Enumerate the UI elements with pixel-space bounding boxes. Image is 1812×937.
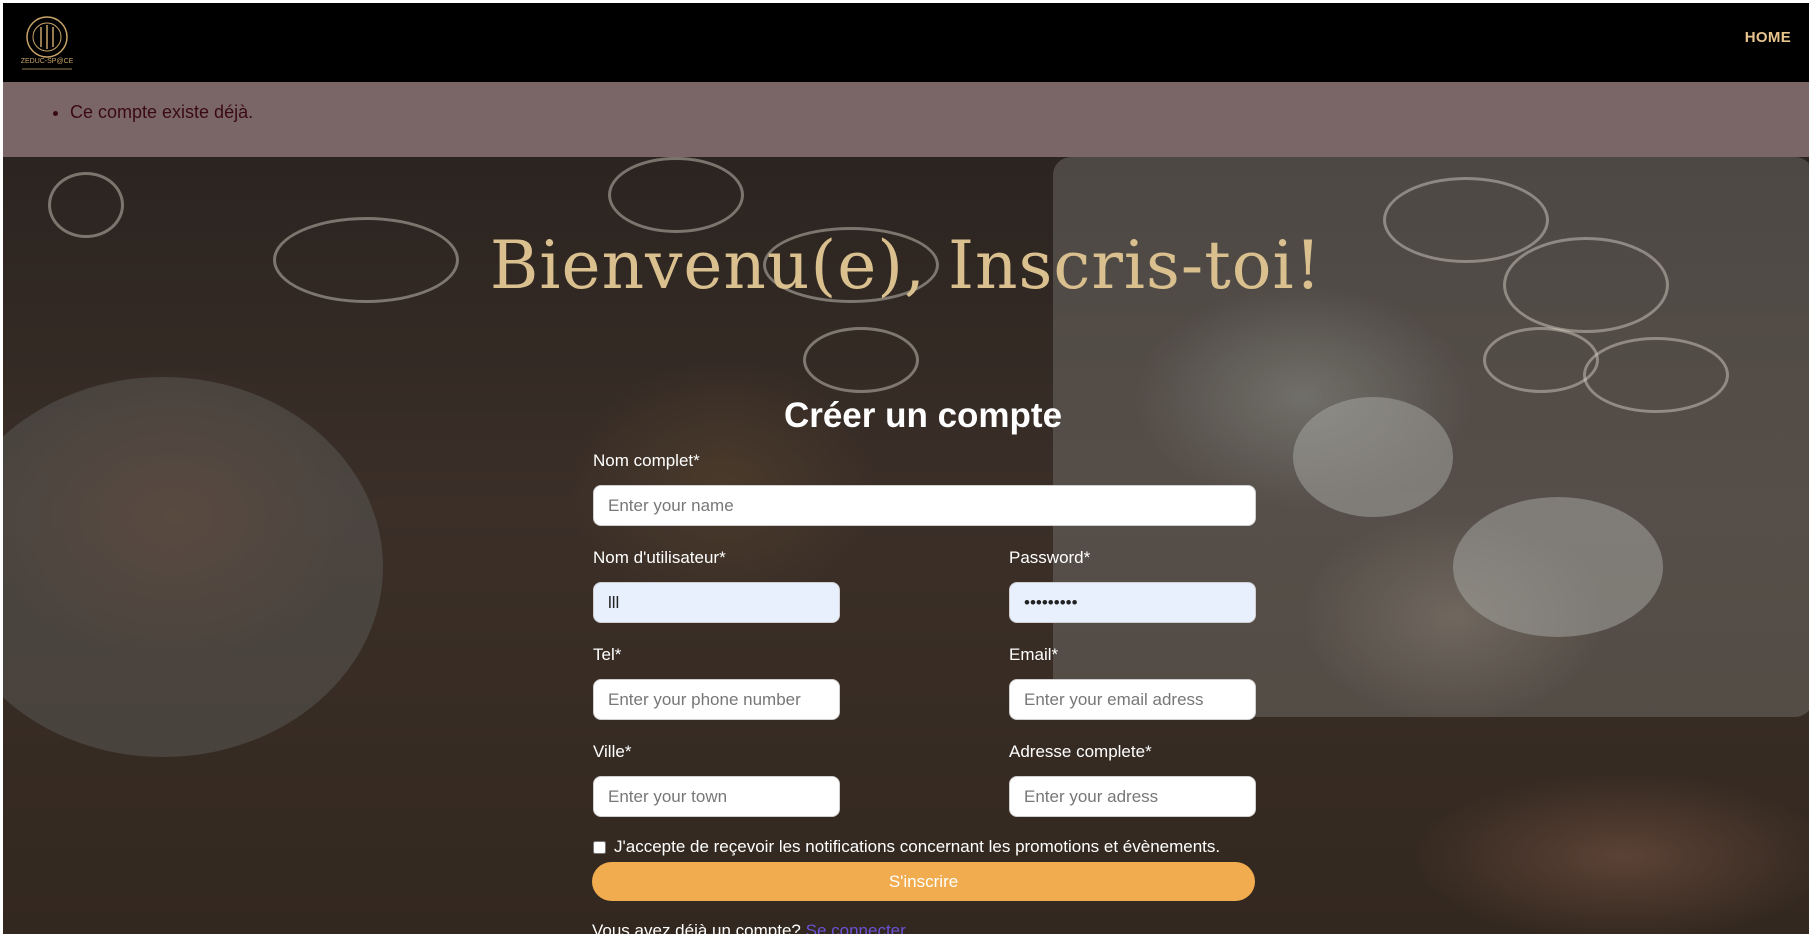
tel-label: Tel* [593, 645, 622, 664]
tel-input[interactable] [593, 679, 840, 720]
address-label: Adresse complete* [1009, 742, 1152, 761]
page-frame: ZEDUC-SP@CE HOME Ce compte existe déjà. … [3, 3, 1809, 934]
form-title: Créer un compte [783, 396, 1063, 435]
error-alert: Ce compte existe déjà. [3, 82, 1809, 157]
bowl-decoration [1453, 497, 1663, 637]
hero-title: Bienvenu(e), Inscris-toi! [489, 227, 1323, 304]
onion-ring [1483, 327, 1599, 393]
notifications-checkbox[interactable] [593, 841, 606, 854]
notifications-checkbox-label[interactable]: J'accepte de reçevoir les notifications … [614, 837, 1220, 857]
onion-ring [608, 157, 744, 233]
email-label: Email* [1009, 645, 1059, 664]
nav-home-link[interactable]: HOME [1745, 29, 1791, 46]
login-prompt-line: Vous avez déjà un compte? Se connecter [592, 921, 906, 934]
password-input[interactable] [1009, 582, 1256, 623]
signup-button[interactable]: S'inscrire [592, 862, 1255, 901]
full-name-label: Nom complet* [593, 451, 700, 470]
town-input[interactable] [593, 776, 840, 817]
town-label: Ville* [593, 742, 632, 761]
full-name-input[interactable] [593, 485, 1256, 526]
svg-text:ZEDUC-SP@CE: ZEDUC-SP@CE [21, 58, 74, 65]
onion-ring [803, 327, 919, 393]
username-input[interactable] [593, 582, 840, 623]
login-prompt-text: Vous avez déjà un compte? [592, 921, 801, 934]
login-link[interactable]: Se connecter [806, 921, 906, 934]
address-input[interactable] [1009, 776, 1256, 817]
top-navbar: ZEDUC-SP@CE HOME [3, 3, 1809, 82]
logo[interactable]: ZEDUC-SP@CE [10, 11, 84, 77]
username-label: Nom d'utilisateur* [593, 548, 726, 567]
password-label: Password* [1009, 548, 1091, 567]
alert-message: Ce compte existe déjà. [70, 102, 253, 123]
email-input[interactable] [1009, 679, 1256, 720]
